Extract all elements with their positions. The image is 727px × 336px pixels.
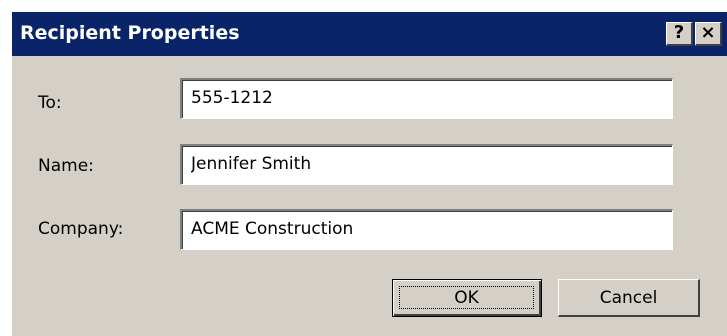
help-button[interactable]: ?: [666, 22, 693, 46]
cancel-button[interactable]: Cancel: [558, 279, 700, 317]
close-button[interactable]: ×: [695, 22, 722, 46]
ok-button[interactable]: OK: [392, 279, 542, 317]
name-field[interactable]: [180, 144, 673, 185]
recipient-properties-dialog: Recipient Properties ? × To: Name: Compa…: [10, 10, 727, 336]
company-field[interactable]: [180, 209, 673, 250]
help-icon: ?: [673, 22, 685, 43]
ok-button-label: OK: [454, 287, 479, 308]
company-label: Company:: [38, 219, 124, 239]
to-label: To:: [38, 93, 62, 113]
to-field[interactable]: [180, 78, 673, 119]
close-icon: ×: [700, 22, 716, 43]
title-bar: Recipient Properties ? ×: [12, 12, 727, 56]
cancel-button-label: Cancel: [599, 287, 658, 308]
name-label: Name:: [38, 156, 94, 176]
ok-focus-rect: OK: [399, 286, 534, 309]
dialog-title: Recipient Properties: [20, 22, 240, 44]
